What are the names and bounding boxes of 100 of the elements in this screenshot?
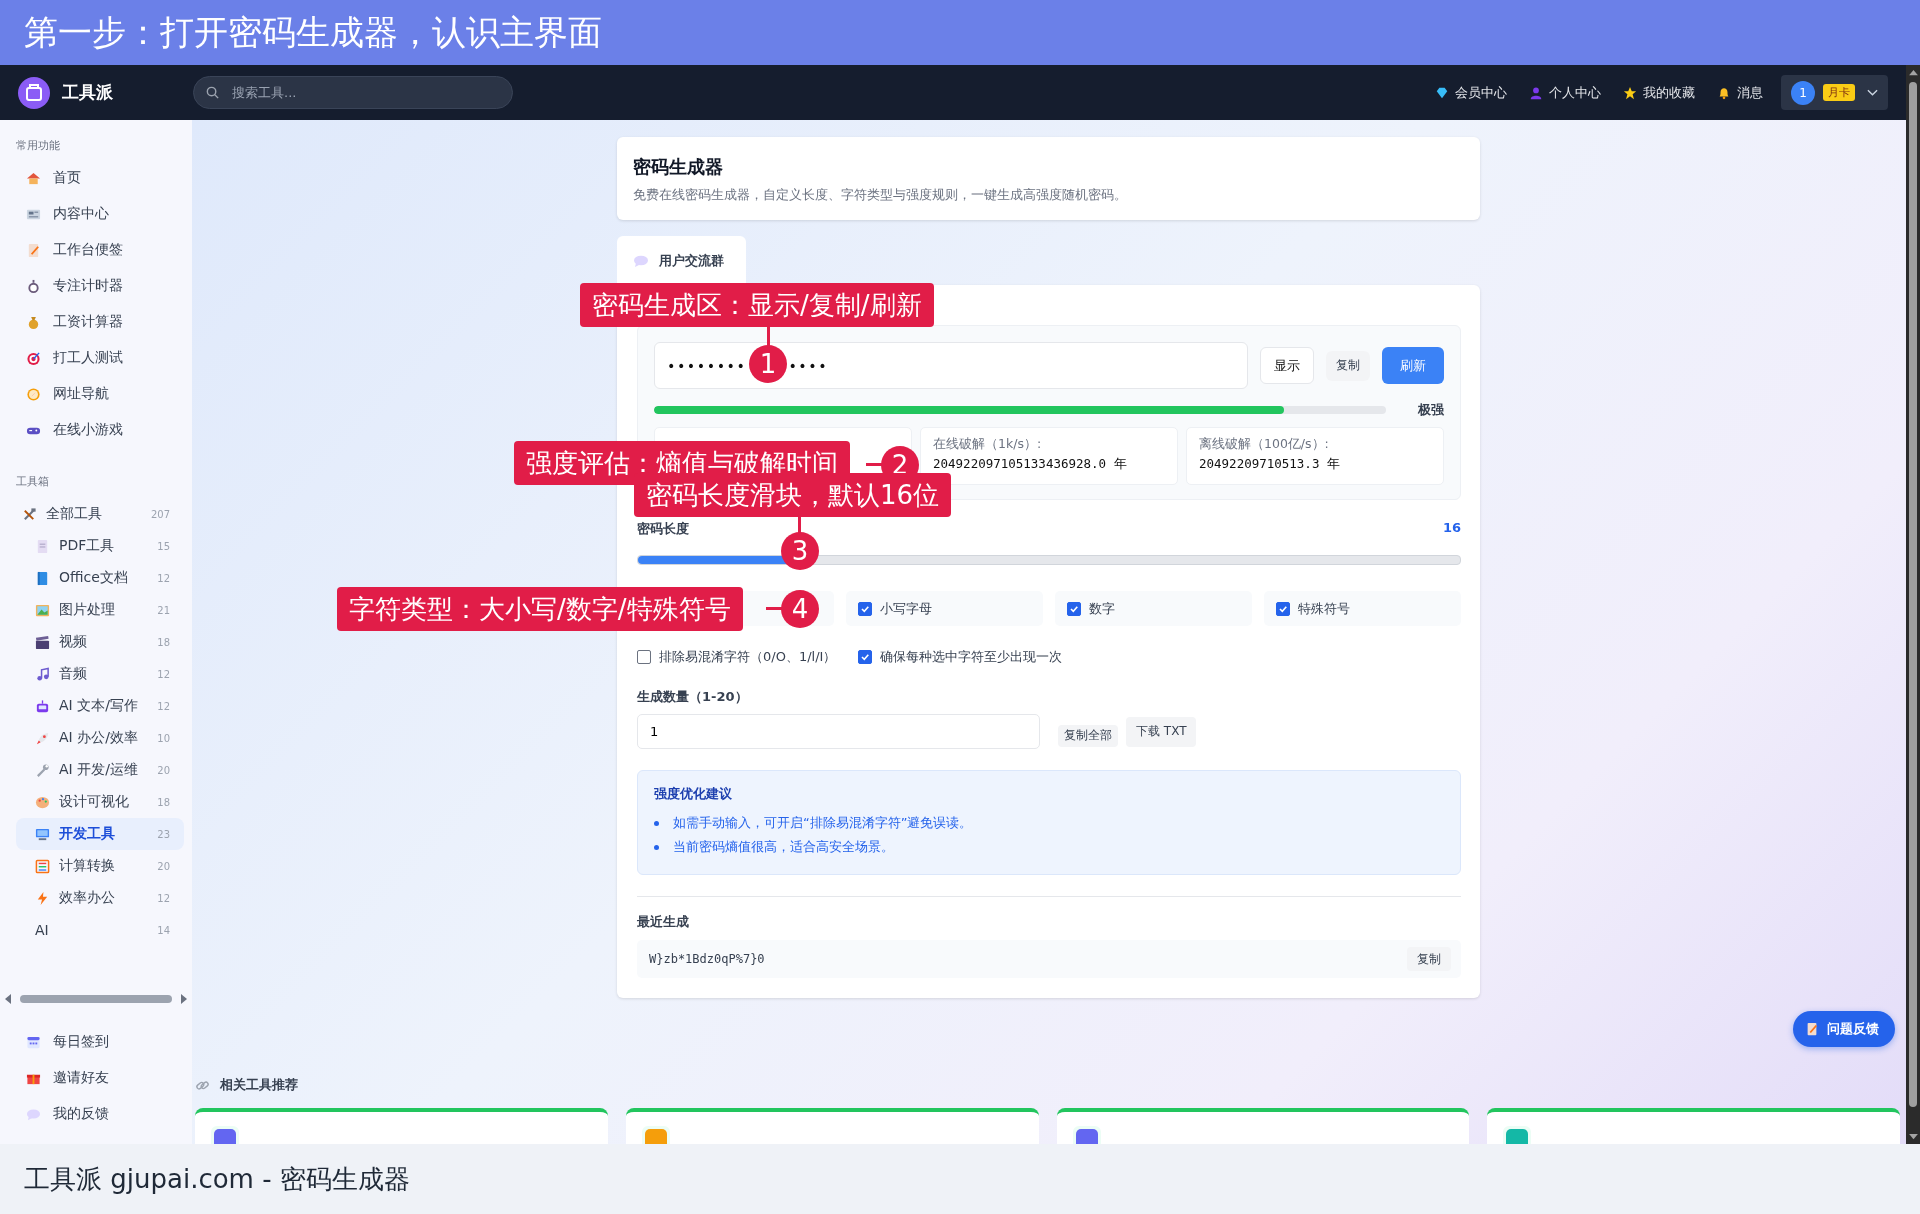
vertical-scrollbar[interactable] <box>1906 65 1920 1144</box>
clapperboard-icon <box>35 634 50 650</box>
diamond-icon <box>1435 85 1449 100</box>
callout-label: 字符类型：大小写/数字/特殊符号 <box>337 587 743 631</box>
copy-all-button[interactable]: 复制全部 <box>1058 724 1118 747</box>
page-title: 密码生成器 <box>633 155 724 179</box>
length-label: 密码长度 <box>637 520 689 538</box>
bullet-icon <box>654 844 659 850</box>
sidebar-item[interactable]: 设计可视化 18 <box>16 786 184 818</box>
option-label: 特殊符号 <box>1298 599 1350 618</box>
option-card[interactable]: 特殊符号 <box>1264 591 1461 626</box>
sidebar-item[interactable]: 开发工具 23 <box>16 818 184 850</box>
sidebar-item[interactable]: AI 14 <box>16 914 184 946</box>
caption-text: 工具派 gjupai.com - 密码生成器 <box>24 1162 410 1196</box>
music-note-icon <box>35 666 50 682</box>
sidebar-item[interactable]: AI 文本/写作 12 <box>16 690 184 722</box>
quantity-label: 生成数量（1-20） <box>637 688 749 706</box>
option-label: 排除易混淆字符（0/O、1/l/I） <box>659 648 837 666</box>
quantity-field[interactable]: 1 <box>637 714 1040 749</box>
option-label: 小写字母 <box>880 599 932 618</box>
nav-link[interactable]: 消息 <box>1717 83 1763 102</box>
section-heading: 常用功能 <box>15 138 61 154</box>
checkbox[interactable] <box>858 650 873 664</box>
sidebar-item[interactable]: 网址导航 <box>0 376 184 412</box>
bell-icon <box>1717 85 1731 100</box>
sidebar-item[interactable]: Office文档 12 <box>16 562 184 594</box>
house-icon <box>26 170 41 186</box>
strength-label: 极强 <box>1418 401 1444 419</box>
compass-icon <box>26 386 41 402</box>
nav-link[interactable]: 个人中心 <box>1529 83 1601 102</box>
tools-icon <box>22 506 37 522</box>
sidebar-item[interactable]: 效率办公 12 <box>16 882 184 914</box>
option-card[interactable]: 数字 <box>1055 591 1252 626</box>
logo-icon <box>18 76 50 109</box>
sidebar-item[interactable]: 每日签到 <box>0 1024 184 1060</box>
sidebar-item[interactable]: PDF工具 15 <box>16 530 184 562</box>
sidebar-item[interactable]: 我的反馈 <box>0 1096 184 1132</box>
search-icon <box>205 85 220 100</box>
stat-value: 20492209710513.3 年 <box>1199 456 1341 473</box>
stat-value: 204922097105133436928.0 年 <box>933 456 1128 473</box>
sidebar-item[interactable]: 在线小游戏 <box>0 412 184 448</box>
recent-password: W}zb*1Bdz0qP%7}0 <box>649 952 765 966</box>
checkmark-icon <box>860 652 871 662</box>
sidebar-item[interactable]: 图片处理 21 <box>16 594 184 626</box>
masked-password: •••• <box>788 357 829 374</box>
scroll-left-icon[interactable] <box>4 994 12 1004</box>
book-icon <box>35 570 50 586</box>
stat-label: 在线破解（1k/s）: <box>933 436 1043 453</box>
scroll-up-icon[interactable] <box>1908 69 1918 76</box>
sidebar-item[interactable]: 打工人测试 <box>0 340 184 376</box>
memo-icon <box>1805 1022 1819 1036</box>
sidebar-item[interactable]: 首页 <box>0 160 184 196</box>
nav-link[interactable]: 我的收藏 <box>1623 83 1695 102</box>
sidebar-item[interactable]: 视频 18 <box>16 626 184 658</box>
show-button[interactable]: 显示 <box>1260 347 1314 384</box>
sidebar-item[interactable]: AI 办公/效率 10 <box>16 722 184 754</box>
user-menu[interactable]: 1 月卡 <box>1781 75 1888 110</box>
stopwatch-icon <box>26 278 41 294</box>
calendar-icon <box>26 1034 41 1050</box>
checkbox[interactable] <box>637 650 651 664</box>
sidebar-item[interactable]: 工资计算器 <box>0 304 184 340</box>
bullet-icon <box>654 820 659 826</box>
feedback-button[interactable]: 问题反馈 <box>1793 1011 1895 1047</box>
scroll-down-icon[interactable] <box>1908 1133 1918 1140</box>
callout-label: 密码生成区：显示/复制/刷新 <box>580 283 934 327</box>
sidebar-item[interactable]: 工作台便签 <box>0 232 184 268</box>
sidebar-item[interactable]: 音频 12 <box>16 658 184 690</box>
checkmark-icon <box>860 603 870 614</box>
checkbox[interactable] <box>1276 601 1290 616</box>
abacus-icon <box>35 858 50 874</box>
checkbox[interactable] <box>858 601 872 616</box>
refresh-button[interactable]: 刷新 <box>1382 347 1444 384</box>
scroll-right-icon[interactable] <box>180 994 188 1004</box>
document-icon <box>35 538 50 554</box>
tab[interactable]: 用户交流群 <box>617 236 746 285</box>
picture-icon <box>35 602 50 618</box>
copy-button[interactable]: 复制 <box>1407 947 1451 971</box>
sidebar-item[interactable]: 计算转换 20 <box>16 850 184 882</box>
palette-icon <box>35 794 50 810</box>
recent-heading: 最近生成 <box>637 913 690 931</box>
sidebar-item[interactable]: 内容中心 <box>0 196 184 232</box>
sidebar-item[interactable]: 全部工具 207 <box>0 498 184 530</box>
callout-label: 密码长度滑块，默认16位 <box>634 473 952 517</box>
wrench-icon <box>35 762 50 778</box>
tip-text: 如需手动输入，可开启“排除易混淆字符”避免误读。 <box>673 814 973 832</box>
download-button[interactable]: 下载 TXT <box>1126 716 1197 747</box>
sidebar-item[interactable]: 专注计时器 <box>0 268 184 304</box>
copy-button[interactable]: 复制 <box>1326 350 1370 381</box>
sidebar-item[interactable]: 邀请好友 <box>0 1060 184 1096</box>
nav-link[interactable]: 会员中心 <box>1435 83 1507 102</box>
option-card[interactable]: 小写字母 <box>846 591 1043 626</box>
search-field[interactable]: 搜索工具... <box>193 76 513 109</box>
site-name[interactable]: 工具派 <box>62 81 113 104</box>
tips-title: 强度优化建议 <box>654 785 733 803</box>
length-value: 16 <box>1442 520 1461 537</box>
star-icon <box>1623 85 1637 100</box>
sidebar-item[interactable]: AI 开发/运维 20 <box>16 754 184 786</box>
computer-icon <box>35 826 50 842</box>
memo-icon <box>26 242 41 258</box>
checkbox[interactable] <box>1067 601 1081 616</box>
